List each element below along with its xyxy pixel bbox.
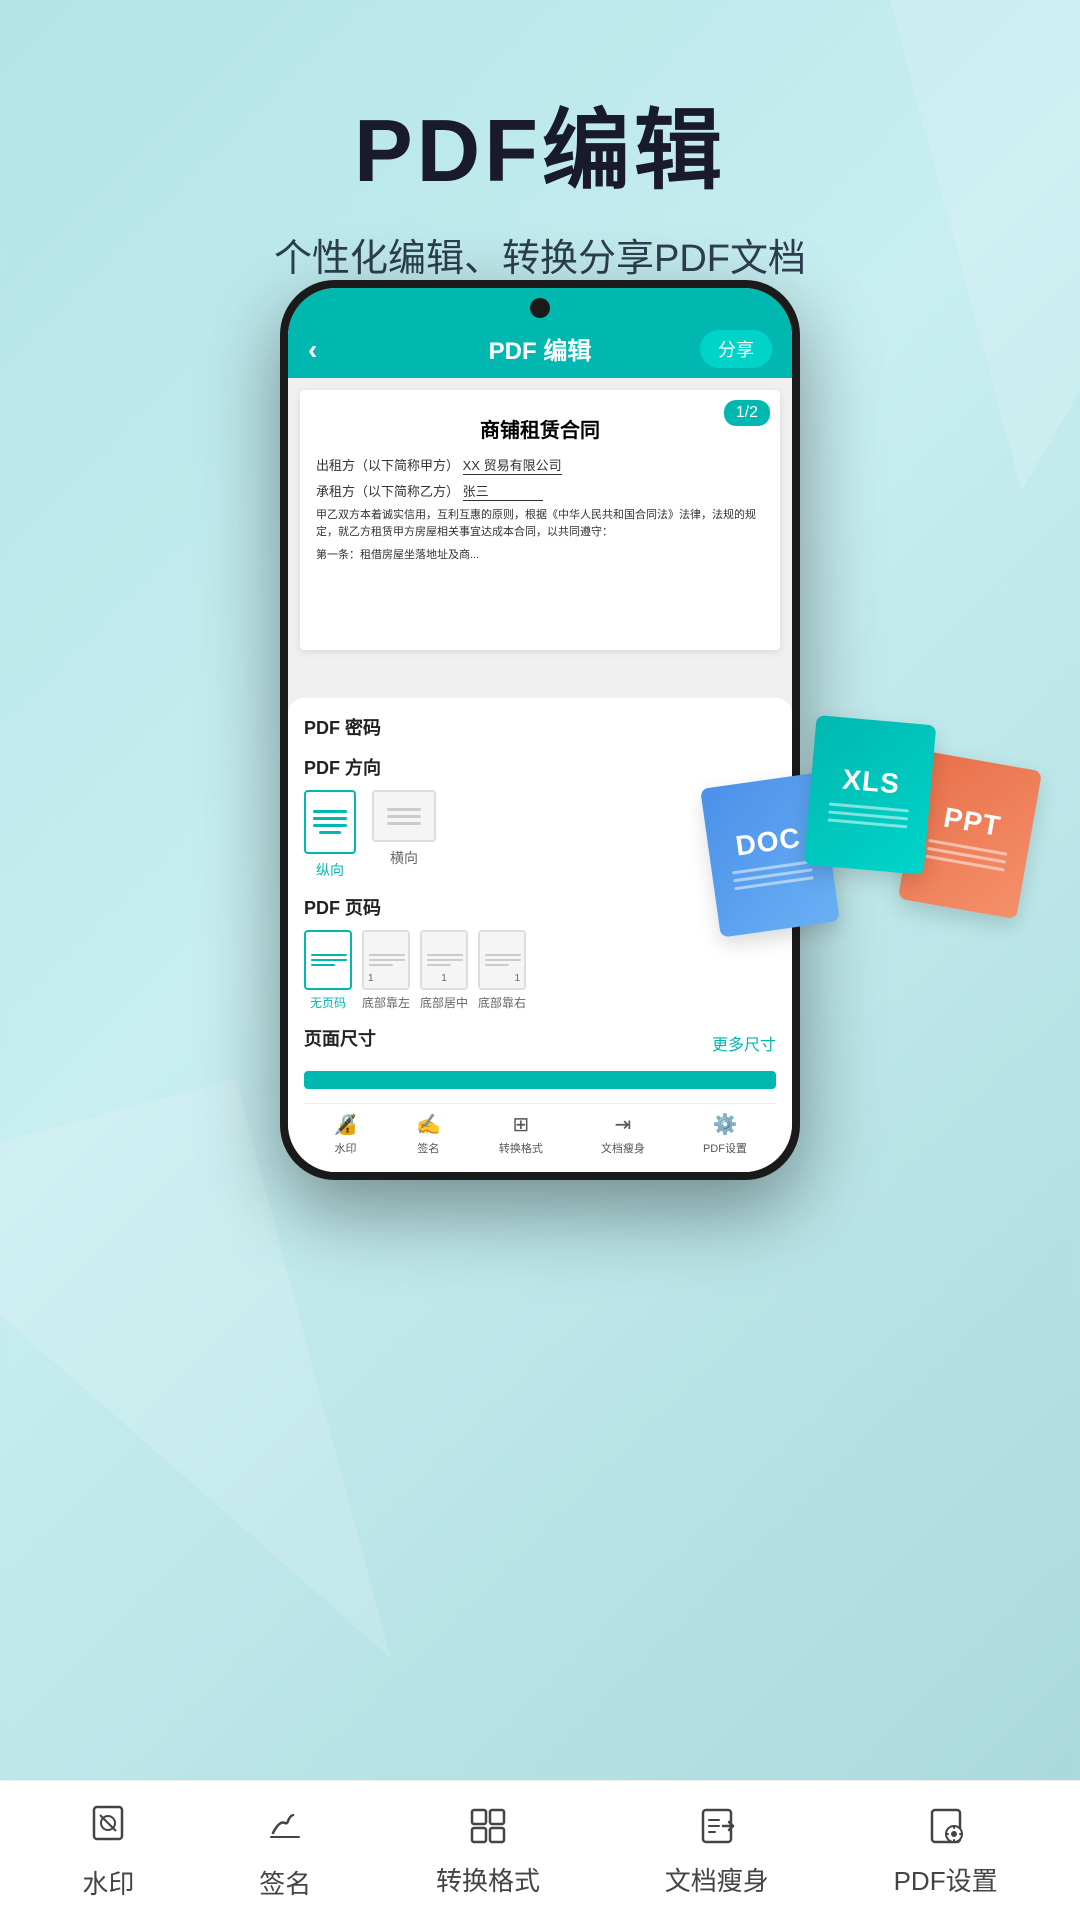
watermark-icon: 🔏: [333, 1112, 358, 1137]
portrait-icon: [304, 790, 356, 854]
sign-label: 签名: [417, 1140, 439, 1156]
pdf-password-label: PDF 密码: [304, 714, 776, 740]
toolbar-watermark[interactable]: 水印: [82, 1801, 134, 1901]
document-line-1: 出租方（以下简称甲方） XX 贸易有限公司: [316, 455, 764, 475]
sign-toolbar-label: 签名: [259, 1864, 311, 1901]
nav-sign[interactable]: ✍️ 签名: [416, 1112, 441, 1156]
bottom-right-label: 底部靠右: [478, 994, 526, 1011]
toolbar-slim[interactable]: 文档瘦身: [665, 1804, 769, 1898]
pdf-settings-icon: ⚙️: [713, 1112, 738, 1137]
no-page-icon: [304, 930, 352, 990]
camera-notch: [530, 298, 550, 318]
nav-convert[interactable]: ⊞ 转换格式: [499, 1112, 543, 1156]
watermark-icon-large: [86, 1801, 130, 1856]
bottom-right-option[interactable]: 1 底部靠右: [478, 930, 526, 1011]
pdf-settings-label: PDF设置: [703, 1140, 747, 1156]
toolbar-pdf-settings[interactable]: PDF设置: [894, 1804, 998, 1898]
pdf-settings-toolbar-label: PDF设置: [894, 1861, 998, 1898]
convert-icon: ⊞: [513, 1112, 530, 1137]
pdf-page-num-label: PDF 页码: [304, 894, 776, 920]
nav-pdf-settings[interactable]: ⚙️ PDF设置: [703, 1112, 747, 1156]
landscape-icon: [372, 790, 436, 842]
bottom-left-icon: 1: [362, 930, 410, 990]
pdf-direction-label: PDF 方向: [304, 754, 776, 780]
bottom-center-icon: 1: [420, 930, 468, 990]
app-title: PDF 编辑: [489, 331, 592, 366]
nav-slim[interactable]: ⇥ 文档瘦身: [601, 1112, 645, 1156]
slim-icon: ⇥: [615, 1112, 632, 1137]
portrait-option[interactable]: 纵向: [304, 790, 356, 880]
pdf-document-preview: 1/2 商铺租赁合同 出租方（以下简称甲方） XX 贸易有限公司 承租方（以下简…: [300, 390, 780, 650]
doc-card-xls: XLS: [804, 715, 937, 875]
doc-illustrations: DOC XLS PPT: [710, 700, 1050, 980]
bottom-toolbar: 水印 签名 转换格式: [0, 1780, 1080, 1920]
bottom-center-label: 底部居中: [420, 994, 468, 1011]
bottom-left-option[interactable]: 1 底部靠左: [362, 930, 410, 1011]
doc-label: DOC: [734, 821, 803, 862]
convert-label: 转换格式: [499, 1140, 543, 1156]
pdf-password-section: PDF 密码: [304, 714, 776, 740]
slim-icon-large: [695, 1804, 739, 1853]
page-size-section: 页面尺寸 更多尺寸: [304, 1025, 776, 1089]
pdf-settings-icon-large: [924, 1804, 968, 1853]
document-line-4: 第一条：租借房屋坐落地址及商...: [316, 546, 764, 562]
page-badge: 1/2: [724, 400, 770, 426]
xls-label: XLS: [841, 763, 901, 800]
watermark-label: 水印: [334, 1140, 356, 1156]
page-size-bar[interactable]: [304, 1071, 776, 1089]
subtitle: 个性化编辑、转换分享PDF文档: [0, 227, 1080, 282]
slim-toolbar-label: 文档瘦身: [665, 1861, 769, 1898]
document-line-2: 承租方（以下简称乙方） 张三: [316, 481, 764, 501]
bottom-left-label: 底部靠左: [362, 994, 410, 1011]
convert-toolbar-label: 转换格式: [436, 1861, 540, 1898]
pdf-page-num-section: PDF 页码 无页码: [304, 894, 776, 1011]
landscape-label: 横向: [390, 848, 418, 868]
share-button[interactable]: 分享: [700, 330, 772, 368]
back-button[interactable]: ‹: [308, 334, 317, 366]
document-line-3: 甲乙双方本着诚实信用，互利互惠的原则，根据《中华人民共和国合同法》法律，法规的规…: [316, 507, 764, 540]
slim-label: 文档瘦身: [601, 1140, 645, 1156]
document-title: 商铺租赁合同: [316, 414, 764, 443]
sign-icon: ✍️: [416, 1112, 441, 1137]
landscape-option[interactable]: 横向: [372, 790, 436, 880]
toolbar-sign[interactable]: 签名: [259, 1801, 311, 1901]
page-size-label: 页面尺寸: [304, 1025, 376, 1051]
sign-icon-large: [263, 1801, 307, 1856]
ppt-label: PPT: [941, 801, 1003, 842]
convert-icon-large: [466, 1804, 510, 1853]
more-sizes-link[interactable]: 更多尺寸: [712, 1031, 776, 1055]
watermark-toolbar-label: 水印: [82, 1864, 134, 1901]
no-page-label: 无页码: [310, 994, 346, 1011]
bg-decoration-2: [0, 1078, 391, 1761]
toolbar-convert[interactable]: 转换格式: [436, 1804, 540, 1898]
bottom-center-option[interactable]: 1 底部居中: [420, 930, 468, 1011]
page-size-header: 页面尺寸 更多尺寸: [304, 1025, 776, 1061]
bottom-right-icon: 1: [478, 930, 526, 990]
portrait-label: 纵向: [316, 860, 344, 880]
phone-bottom-nav: 🔏 水印 ✍️ 签名 ⊞ 转换格式 ⇥ 文档瘦身: [304, 1103, 776, 1156]
page-num-options: 无页码 1 底部靠左: [304, 930, 776, 1011]
no-page-num-option[interactable]: 无页码: [304, 930, 352, 1011]
nav-watermark[interactable]: 🔏 水印: [333, 1112, 358, 1156]
